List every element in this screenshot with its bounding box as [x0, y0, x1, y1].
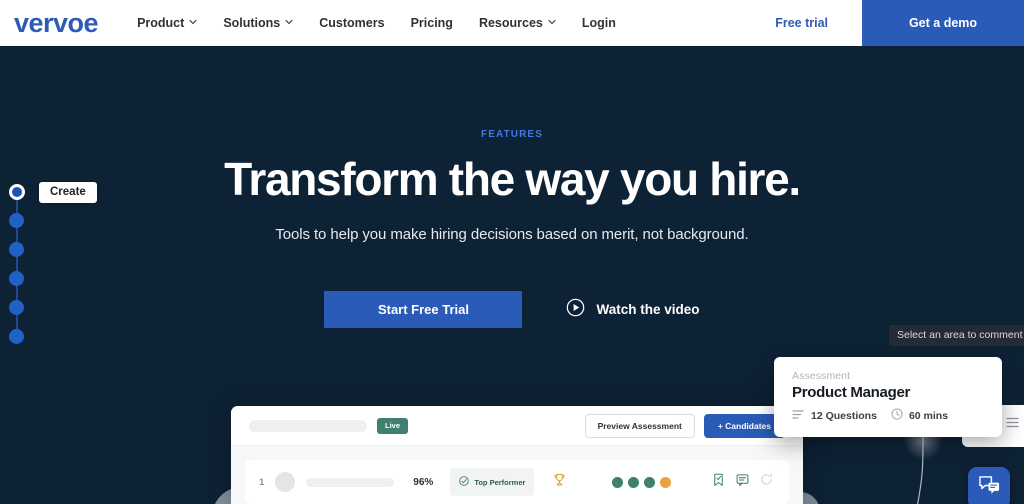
refresh-icon[interactable] — [760, 473, 773, 492]
avatar — [275, 472, 296, 492]
nav-item-resources[interactable]: Resources — [466, 0, 569, 46]
select-area-to-comment-tooltip: Select an area to comment on — [889, 325, 1024, 346]
nav-item-product[interactable]: Product — [124, 0, 210, 46]
rail-dot-2[interactable] — [9, 213, 24, 228]
chevron-down-icon — [189, 18, 197, 26]
nav-item-solutions[interactable]: Solutions — [210, 0, 306, 46]
assessment-card-label: Assessment — [792, 370, 851, 382]
nav-actions: Free trial Get a demo — [741, 0, 1024, 46]
assessment-card-meta: 12 Questions 60 mins — [792, 408, 984, 423]
hero-eyebrow: FEATURES — [481, 129, 543, 140]
dashboard-preview: Live Preview Assessment + Candidates 1 9… — [231, 406, 803, 504]
nav-item-customers-label: Customers — [319, 16, 385, 30]
nav-item-login[interactable]: Login — [569, 0, 629, 46]
chevron-down-icon — [548, 18, 556, 26]
score-dot-3 — [644, 476, 655, 488]
list-icon — [792, 409, 805, 423]
assessment-card-title: Product Manager — [792, 384, 911, 401]
step-rail: Create — [8, 182, 169, 349]
watch-the-video-link[interactable]: Watch the video — [566, 298, 700, 322]
play-icon — [566, 298, 585, 322]
assessment-questions-label: 12 Questions — [811, 409, 877, 422]
candidate-score: 96% — [413, 476, 434, 488]
bookmark-icon[interactable] — [712, 473, 725, 492]
free-trial-link[interactable]: Free trial — [741, 0, 862, 46]
top-performer-badge: Top Performer — [450, 468, 535, 496]
comment-icon[interactable] — [736, 473, 749, 492]
pointer-leader-line — [916, 437, 924, 504]
row-action-icons — [712, 473, 773, 492]
nav-item-pricing-label: Pricing — [410, 16, 453, 30]
preview-assessment-button[interactable]: Preview Assessment — [584, 413, 695, 438]
chat-icon — [978, 475, 1001, 501]
vervoe-logo[interactable]: vervoe — [14, 9, 99, 37]
rail-dot-4[interactable] — [9, 271, 24, 286]
dashboard-candidate-list: 1 96% Top Performer — [231, 446, 803, 504]
watch-the-video-label: Watch the video — [596, 302, 700, 317]
assessment-questions: 12 Questions — [792, 409, 877, 423]
table-row[interactable]: 1 96% Top Performer — [245, 460, 789, 504]
chevron-down-icon — [285, 18, 293, 26]
hamburger-icon[interactable] — [1006, 415, 1019, 433]
start-free-trial-button[interactable]: Start Free Trial — [324, 291, 523, 328]
assessment-duration: 60 mins — [891, 408, 948, 423]
assessment-card[interactable]: Assessment Product Manager 12 Questions — [774, 357, 1002, 437]
score-dots — [612, 476, 671, 488]
page-root: vervoe Product Solutions Customers Prici… — [0, 0, 1024, 504]
trophy-icon — [553, 473, 566, 492]
add-candidates-button[interactable]: + Candidates — [703, 413, 785, 438]
rail-dot-5[interactable] — [9, 300, 24, 315]
candidate-name-placeholder — [306, 477, 395, 487]
rail-dot-3[interactable] — [9, 242, 24, 257]
rail-tooltip-create: Create — [39, 182, 97, 203]
dashboard-toolbar-actions: Preview Assessment + Candidates — [584, 413, 785, 438]
nav-item-product-label: Product — [137, 16, 185, 30]
assessment-name-placeholder — [249, 419, 367, 432]
score-dot-4 — [660, 476, 671, 488]
nav-item-customers[interactable]: Customers — [306, 0, 397, 46]
dashboard-toolbar: Live Preview Assessment + Candidates — [231, 406, 803, 446]
nav-item-login-label: Login — [581, 16, 616, 30]
score-dot-1 — [612, 476, 623, 488]
check-circle-icon — [459, 473, 470, 491]
rail-dot-1-active[interactable] — [8, 184, 25, 200]
candidate-rank: 1 — [259, 476, 265, 488]
top-navigation-bar: vervoe Product Solutions Customers Prici… — [0, 0, 1024, 46]
status-badge: Live — [377, 417, 409, 434]
assessment-duration-label: 60 mins — [908, 409, 949, 422]
nav-item-solutions-label: Solutions — [223, 16, 281, 30]
rail-dot-6[interactable] — [9, 329, 24, 344]
get-a-demo-button[interactable]: Get a demo — [862, 0, 1024, 46]
score-dot-2 — [628, 476, 639, 488]
clock-icon — [891, 408, 903, 423]
nav-links: Product Solutions Customers Pricing Reso… — [124, 0, 629, 46]
chat-widget-button[interactable] — [968, 467, 1010, 504]
nav-item-pricing[interactable]: Pricing — [398, 0, 466, 46]
nav-item-resources-label: Resources — [478, 16, 543, 30]
top-performer-label: Top Performer — [474, 477, 526, 487]
